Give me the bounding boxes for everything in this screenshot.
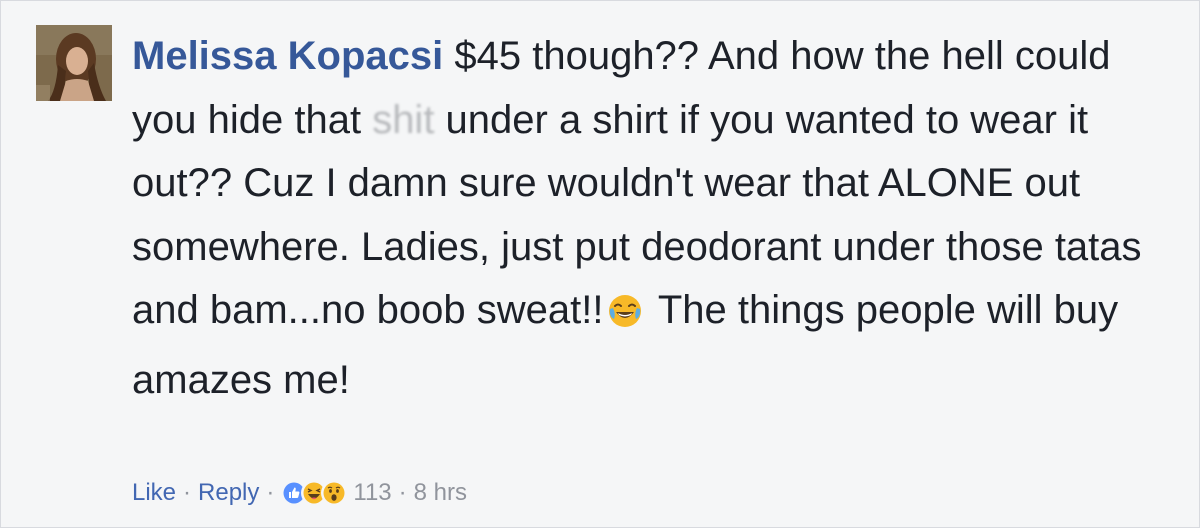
- separator: ·: [266, 479, 275, 506]
- comment-card: Melissa Kopacsi $45 though?? And how the…: [0, 0, 1200, 528]
- avatar[interactable]: [36, 25, 112, 101]
- comment-text: Melissa Kopacsi $45 though?? And how the…: [132, 25, 1152, 412]
- separator: ·: [183, 479, 192, 506]
- reply-button[interactable]: Reply: [198, 475, 259, 511]
- reaction-count[interactable]: 113: [353, 475, 391, 511]
- wow-reaction-icon: [321, 480, 348, 506]
- reactions-summary[interactable]: [281, 480, 348, 506]
- tears-of-joy-emoji-icon: [607, 285, 643, 349]
- comment-actions: Like · Reply · 113 · 8 hrs: [132, 475, 467, 511]
- like-button[interactable]: Like: [132, 475, 176, 511]
- censored-word: shit: [372, 97, 435, 142]
- author-name-link[interactable]: Melissa Kopacsi: [132, 34, 443, 78]
- timestamp-link[interactable]: 8 hrs: [414, 475, 467, 511]
- profile-photo-icon: [36, 25, 112, 101]
- separator: ·: [398, 479, 407, 506]
